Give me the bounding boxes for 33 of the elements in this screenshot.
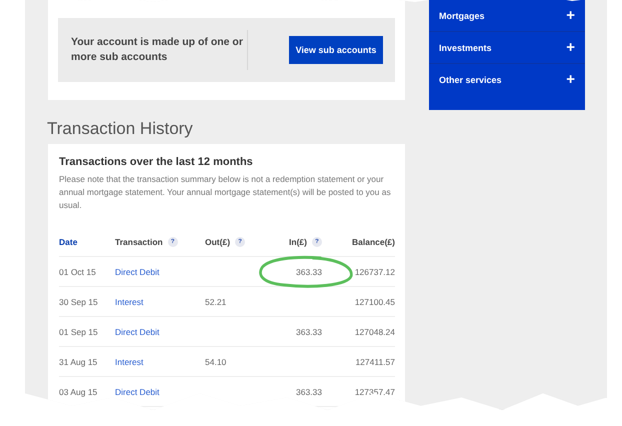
plus-icon[interactable]: + bbox=[566, 7, 575, 24]
column-header[interactable]: Balance(£) bbox=[322, 227, 395, 257]
table-cell: 52.21 bbox=[205, 287, 265, 317]
view-sub-accounts-button[interactable]: View sub accounts bbox=[289, 36, 383, 64]
table-cell: 363.33 bbox=[265, 257, 322, 287]
table-cell: 54.10 bbox=[205, 347, 265, 377]
transaction-link[interactable]: Interest bbox=[115, 296, 144, 306]
transaction-link[interactable]: Direct Debit bbox=[115, 326, 160, 336]
table-cell: 03 Aug 15 bbox=[59, 377, 115, 407]
table-cell: 127357.47 bbox=[322, 377, 395, 407]
table-cell: 363.33 bbox=[265, 317, 322, 347]
plus-icon[interactable]: + bbox=[566, 39, 575, 56]
table-cell: 30 Sep 15 bbox=[59, 287, 115, 317]
column-header[interactable]: Date bbox=[59, 227, 115, 257]
table-cell: 31 Aug 15 bbox=[59, 347, 115, 377]
table-cell: 127411.57 bbox=[322, 347, 395, 377]
sub-accounts-message: Your account is made up of one or more sub accounts bbox=[71, 35, 244, 65]
table-cell: 01 Sep 15 bbox=[59, 317, 115, 347]
plus-icon[interactable]: + bbox=[566, 71, 575, 88]
table-cell: 01 Oct 15 bbox=[59, 257, 115, 287]
section-title: Transaction History bbox=[47, 119, 194, 139]
table-cell: 127100.45 bbox=[322, 287, 395, 317]
table-cell: 363.33 bbox=[265, 377, 322, 407]
menu-item[interactable]: Investments + bbox=[429, 32, 585, 64]
transaction-link[interactable]: Direct Debit bbox=[115, 266, 160, 276]
table-cell: 126737.12 bbox=[322, 257, 395, 287]
card-note: Please note that the transaction summary below is not a redemption statement or your annual mortgage statement. Your annual mortgage statement(s) will be posted to you as usual. bbox=[59, 173, 392, 212]
card-title: Transactions over the last 12 months bbox=[59, 156, 254, 168]
transaction-link[interactable]: Interest bbox=[115, 356, 144, 366]
table-cell: 127048.24 bbox=[322, 317, 395, 347]
transaction-link[interactable]: Direct Debit bbox=[115, 386, 160, 396]
menu-item[interactable]: Mortgages + bbox=[429, 0, 585, 32]
menu-item[interactable]: Other services + bbox=[429, 64, 585, 95]
